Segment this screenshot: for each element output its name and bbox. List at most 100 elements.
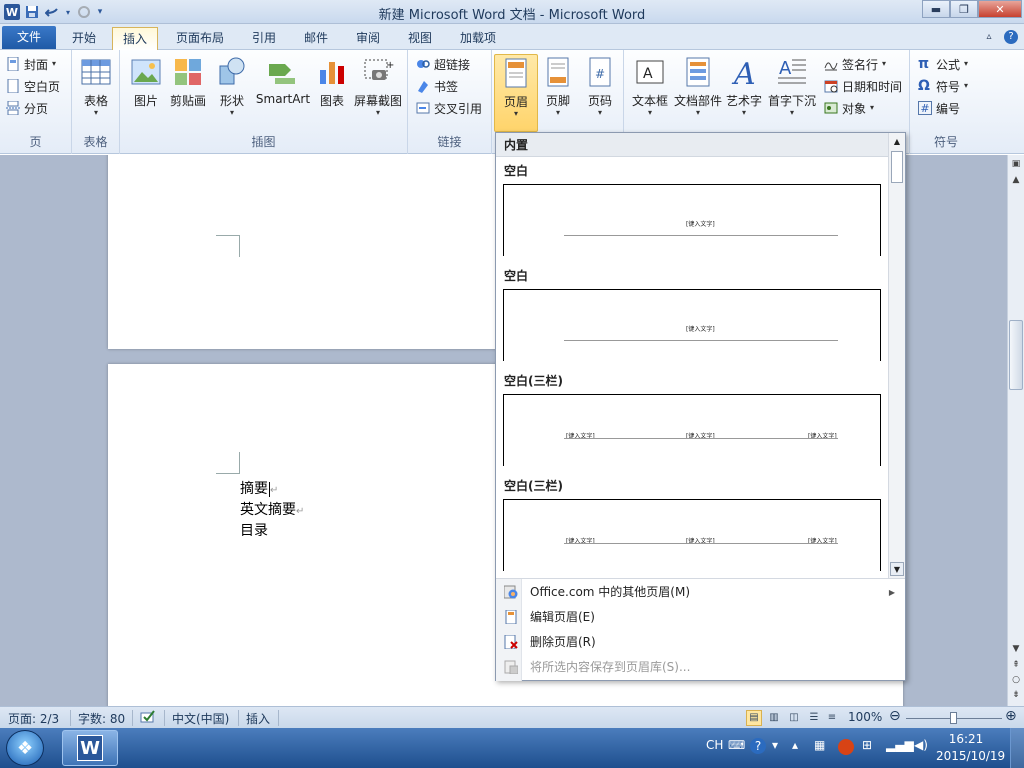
bookmark-button[interactable]: 书签 (416, 76, 458, 96)
ribbon-minimize-icon[interactable]: ▵ (982, 30, 996, 44)
draft-view-icon[interactable]: ≡ (824, 710, 840, 726)
tab-review[interactable]: 审阅 (346, 27, 390, 50)
doc-line-toc[interactable]: 目录 (240, 520, 268, 540)
table-button[interactable]: 表格 ▾ (74, 54, 118, 126)
tab-references[interactable]: 引用 (242, 27, 286, 50)
zoom-out-icon[interactable]: ⊖ (889, 708, 901, 724)
next-page-icon[interactable]: ⇟ (1009, 688, 1023, 702)
zoom-in-icon[interactable]: ⊕ (1005, 708, 1017, 724)
insert-mode-indicator[interactable]: 插入 (246, 710, 270, 727)
footer-button[interactable]: 页脚 ▾ (536, 54, 580, 126)
tab-file[interactable]: 文件 (2, 26, 56, 49)
close-button[interactable]: ✕ (978, 0, 1022, 18)
textbox-button[interactable]: A 文本框 ▾ (630, 54, 670, 126)
number-button[interactable]: # 编号 (918, 98, 960, 118)
blank-page-button[interactable]: 空白页 (6, 76, 60, 96)
print-layout-view-icon[interactable]: ▤ (746, 710, 762, 726)
cover-page-button[interactable]: 封面 ▾ (6, 54, 56, 74)
web-layout-view-icon[interactable]: ◫ (786, 710, 802, 726)
smartart-icon (269, 64, 295, 84)
tab-page-layout[interactable]: 页面布局 (166, 27, 234, 50)
equation-button[interactable]: π 公式 ▾ (918, 54, 968, 74)
volume-icon[interactable]: ◀) (914, 738, 928, 752)
taskbar: W CH ⌨ ? ▾ ▴ ▦ ⊞ ▂▄▆ ◀) 16:21 2015/10/19 (0, 728, 1024, 768)
doc-line-english-abstract[interactable]: 英文摘要↵ (240, 499, 304, 519)
clock[interactable]: 16:21 2015/10/19 (936, 731, 1005, 765)
hyperlink-button[interactable]: 超链接 (416, 54, 470, 74)
show-hidden-icons-icon[interactable]: ▴ (792, 738, 798, 752)
help-tray-icon[interactable]: ? (750, 738, 766, 754)
object-button[interactable]: 对象 ▾ (824, 98, 874, 118)
header-template-blank[interactable]: [键入文字] (503, 184, 881, 256)
more-headers-from-office-menu-item[interactable]: Office.com 中的其他页眉(M) ▶ (496, 580, 905, 605)
shapes-button[interactable]: 形状 ▾ (210, 54, 254, 126)
smartart-button[interactable]: SmartArt (256, 54, 310, 126)
doc-line-abstract[interactable]: 摘要 ↵ (240, 478, 278, 498)
language-indicator[interactable]: 中文(中国) (172, 710, 229, 727)
minimize-button[interactable]: ▬ (922, 0, 950, 18)
help-icon[interactable]: ? (1004, 30, 1018, 44)
margin-mark (216, 235, 240, 257)
gallery-item-title: 空白(三栏) (504, 479, 563, 493)
keyboard-icon[interactable]: ⌨ (728, 738, 745, 752)
network-app-icon[interactable]: ▦ (814, 738, 825, 752)
tab-home[interactable]: 开始 (62, 27, 106, 50)
ruler-toggle-icon[interactable]: ▣ (1009, 157, 1023, 171)
header-template-blank-2[interactable]: [键入文字] (503, 289, 881, 361)
tab-insert[interactable]: 插入 (112, 27, 159, 50)
edit-header-menu-item[interactable]: 编辑页眉(E) (496, 605, 905, 630)
tab-view[interactable]: 视图 (398, 27, 442, 50)
tray-options-icon[interactable]: ▾ (772, 738, 778, 752)
gallery-scrollbar[interactable]: ▲ ▼ (888, 133, 905, 578)
date-time-button[interactable]: 日期和时间 (824, 76, 902, 96)
network-signal-icon[interactable]: ▂▄▆ (886, 738, 914, 752)
clipart-button[interactable]: 剪贴画 (166, 54, 210, 126)
previous-page-icon[interactable]: ⇞ (1009, 658, 1023, 672)
signature-line-button[interactable]: 签名行 ▾ (824, 54, 886, 74)
gallery-scroll-thumb[interactable] (891, 151, 903, 183)
full-screen-reading-view-icon[interactable]: ▥ (766, 710, 782, 726)
page-count[interactable]: 页面: 2/3 (8, 710, 59, 727)
cross-reference-button[interactable]: 交叉引用 (416, 98, 482, 118)
zoom-slider-thumb[interactable] (950, 712, 957, 724)
gallery-scroll-down-icon[interactable]: ▼ (890, 562, 904, 576)
restore-button[interactable]: ❐ (950, 0, 978, 18)
windows-flag-icon[interactable]: ⊞ (862, 738, 872, 752)
start-button[interactable] (6, 730, 44, 766)
quick-parts-button[interactable]: 文档部件 ▾ (674, 54, 722, 126)
scroll-down-icon[interactable]: ▼ (1009, 642, 1023, 656)
header-button[interactable]: 页眉 ▾ (494, 54, 538, 132)
chart-button[interactable]: 图表 (310, 54, 354, 126)
group-table: 表格 ▾ 表格 (72, 50, 120, 154)
taskbar-word-button[interactable]: W (62, 730, 118, 766)
tab-mailings[interactable]: 邮件 (294, 27, 338, 50)
picture-button[interactable]: 图片 (124, 54, 168, 126)
office-online-icon (504, 585, 518, 599)
zoom-level[interactable]: 100% (848, 710, 882, 724)
title-bar: W ▾ ▾ 新建 Microsoft Word 文档 - Microsoft W… (0, 0, 1024, 24)
page-break-button[interactable]: 分页 (6, 98, 48, 118)
textbox-icon: A (636, 60, 664, 84)
screenshot-button[interactable]: + 屏幕截图 ▾ (352, 54, 404, 126)
show-desktop-button[interactable] (1010, 728, 1024, 768)
drop-cap-button[interactable]: A 首字下沉 ▾ (768, 54, 816, 126)
browse-object-icon[interactable]: ○ (1009, 673, 1023, 687)
scroll-thumb[interactable] (1009, 320, 1023, 390)
wordart-button[interactable]: A 艺术字 ▾ (724, 54, 764, 126)
tab-addins[interactable]: 加载项 (450, 27, 506, 50)
header-template-blank-three-columns[interactable]: [键入文字] [键入文字] [键入文字] (503, 394, 881, 466)
vertical-scrollbar[interactable]: ▣ ▲ ▼ ⇞ ○ ⇟ (1007, 155, 1024, 706)
symbol-button[interactable]: Ω 符号 ▾ (918, 76, 968, 96)
word-count[interactable]: 字数: 80 (78, 710, 125, 727)
header-gallery-dropdown: 内置 ▲ ▼ 空白 [键入文字] 空白 [键入文字] 空白(三栏) [键入文字]… (495, 132, 906, 681)
remove-header-menu-item[interactable]: 删除页眉(R) (496, 630, 905, 655)
proofing-icon[interactable] (140, 710, 156, 727)
chart-icon (320, 62, 344, 84)
outline-view-icon[interactable]: ☰ (806, 710, 822, 726)
antivirus-icon[interactable] (838, 739, 854, 755)
gallery-scroll-up-icon[interactable]: ▲ (890, 135, 904, 149)
page-number-button[interactable]: # 页码 ▾ (578, 54, 622, 126)
ime-indicator[interactable]: CH (706, 738, 723, 752)
header-template-blank-three-columns-2[interactable]: [键入文字] [键入文字] [键入文字] (503, 499, 881, 571)
scroll-up-icon[interactable]: ▲ (1009, 173, 1023, 187)
